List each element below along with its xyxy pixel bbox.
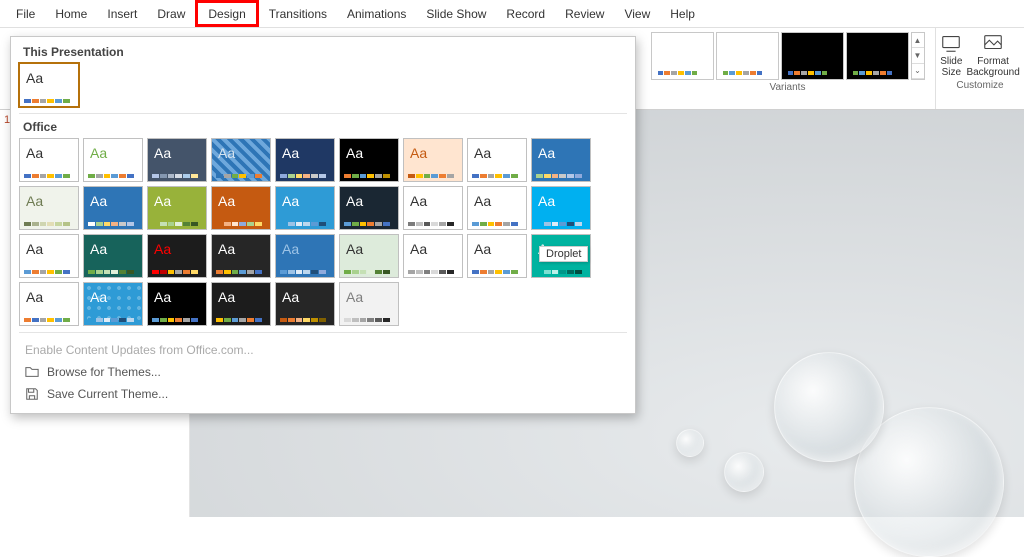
format-background-label: Format Background	[966, 56, 1019, 78]
variant-thumb[interactable]	[781, 32, 844, 80]
theme-thumb[interactable]: Aa	[147, 282, 207, 326]
theme-thumb[interactable]: Aa	[467, 138, 527, 182]
ribbon-tab-view[interactable]: View	[614, 0, 660, 27]
theme-thumb[interactable]: Aa	[339, 282, 399, 326]
theme-thumb[interactable]: Aa	[275, 234, 335, 278]
ribbon-tab-draw[interactable]: Draw	[147, 0, 195, 27]
theme-thumb[interactable]: Aa	[403, 234, 463, 278]
office-themes-header: Office	[23, 120, 627, 134]
browse-for-themes-item[interactable]: Browse for Themes...	[19, 361, 627, 383]
theme-thumb[interactable]: Aa	[531, 234, 591, 278]
slide-size-icon	[940, 32, 962, 54]
theme-thumb[interactable]: Aa	[275, 282, 335, 326]
variants-group: ▲▼⌄ Variants	[640, 28, 936, 109]
variant-thumb[interactable]	[651, 32, 714, 80]
customize-group-label: Customize	[956, 80, 1003, 91]
this-presentation-header: This Presentation	[23, 45, 627, 59]
theme-thumb[interactable]: Aa	[147, 138, 207, 182]
theme-thumb[interactable]: Aa	[531, 186, 591, 230]
format-background-icon	[982, 32, 1004, 54]
theme-thumb[interactable]: Aa	[211, 186, 271, 230]
enable-content-updates-item: Enable Content Updates from Office.com..…	[19, 339, 627, 361]
theme-thumb[interactable]: Aa	[19, 282, 79, 326]
ribbon-tab-record[interactable]: Record	[496, 0, 555, 27]
theme-thumb[interactable]: Aa	[83, 234, 143, 278]
variant-thumb[interactable]	[846, 32, 909, 80]
save-icon	[25, 387, 39, 401]
ribbon-tab-insert[interactable]: Insert	[97, 0, 147, 27]
ribbon-tab-design[interactable]: Design	[195, 0, 258, 27]
folder-icon	[25, 365, 39, 379]
theme-thumb[interactable]: Aa	[275, 138, 335, 182]
theme-thumb[interactable]: Aa	[403, 138, 463, 182]
slide-size-button[interactable]: Slide Size	[940, 32, 962, 78]
ribbon-tab-review[interactable]: Review	[555, 0, 614, 27]
variants-group-label: Variants	[770, 82, 806, 93]
theme-thumb[interactable]: Aa	[467, 186, 527, 230]
format-background-button[interactable]: Format Background	[966, 32, 1019, 78]
ribbon-tab-file[interactable]: File	[6, 0, 45, 27]
theme-thumb[interactable]: Aa	[19, 63, 79, 107]
theme-thumb[interactable]: Aa	[403, 186, 463, 230]
save-current-theme-item[interactable]: Save Current Theme...	[19, 383, 627, 405]
theme-thumb[interactable]: Aa	[211, 282, 271, 326]
themes-gallery-panel: This Presentation Aa Office AaAaAaAaAaAa…	[10, 36, 636, 414]
theme-thumb[interactable]: Aa	[147, 186, 207, 230]
theme-thumb[interactable]: Aa	[275, 186, 335, 230]
theme-thumb[interactable]: Aa	[83, 138, 143, 182]
ribbon-tab-transitions[interactable]: Transitions	[259, 0, 337, 27]
theme-thumb[interactable]: Aa	[211, 138, 271, 182]
ribbon-tab-home[interactable]: Home	[45, 0, 97, 27]
theme-thumb[interactable]: Aa	[19, 138, 79, 182]
theme-thumb[interactable]: Aa	[147, 234, 207, 278]
decorative-droplet	[676, 429, 704, 457]
theme-thumb[interactable]: Aa	[83, 282, 143, 326]
theme-thumb[interactable]: Aa	[531, 138, 591, 182]
ribbon-tabs: FileHomeInsertDrawDesignTransitionsAnima…	[0, 0, 1024, 28]
decorative-droplet	[774, 352, 884, 462]
decorative-droplet	[724, 452, 764, 492]
variant-thumb[interactable]	[716, 32, 779, 80]
customize-group: Slide Size Format Background Customize	[936, 28, 1024, 109]
ribbon-tab-animations[interactable]: Animations	[337, 0, 416, 27]
theme-thumb[interactable]: Aa	[83, 186, 143, 230]
theme-thumb[interactable]: Aa	[211, 234, 271, 278]
ribbon-tab-slide-show[interactable]: Slide Show	[416, 0, 496, 27]
theme-thumb[interactable]: Aa	[19, 186, 79, 230]
ribbon-tab-help[interactable]: Help	[660, 0, 705, 27]
theme-thumb[interactable]: Aa	[467, 234, 527, 278]
theme-thumb[interactable]: Aa	[339, 186, 399, 230]
theme-thumb[interactable]: Aa	[339, 138, 399, 182]
variants-more-button[interactable]: ▲▼⌄	[911, 32, 925, 80]
slide-size-label: Slide Size	[940, 56, 962, 78]
theme-thumb[interactable]: Aa	[19, 234, 79, 278]
theme-thumb[interactable]: Aa	[339, 234, 399, 278]
